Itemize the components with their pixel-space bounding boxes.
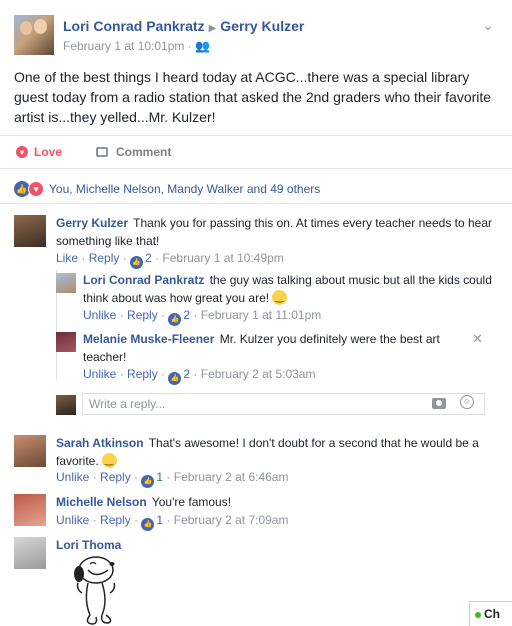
reply-link[interactable]: Reply: [100, 513, 131, 527]
like-count[interactable]: 1: [156, 470, 163, 484]
comment-text: You're famous!: [151, 495, 232, 509]
comment-time[interactable]: February 2 at 7:09am: [174, 513, 289, 527]
comment: Lori Thoma: [56, 536, 496, 554]
current-user-avatar: [56, 395, 76, 415]
commenter-avatar[interactable]: [56, 332, 76, 352]
commenter-avatar[interactable]: [56, 273, 76, 293]
comment-label: Comment: [116, 145, 172, 159]
unlike-link[interactable]: Unlike: [83, 308, 116, 322]
friends-icon[interactable]: 👥: [195, 39, 210, 53]
heart-icon: ♥: [16, 146, 28, 158]
post-header: Lori Conrad Pankratz ▶ Gerry Kulzer Februa…: [14, 15, 504, 59]
love-reaction-icon: ♥: [28, 181, 44, 197]
reply-box: ☺: [82, 393, 485, 415]
reactions-text[interactable]: You, Michelle Nelson, Mandy Walker and 4…: [49, 182, 320, 196]
author-avatar[interactable]: [14, 15, 54, 55]
comment: Sarah Atkinson That's awesome! I don't d…: [56, 434, 496, 470]
commenter-avatar[interactable]: [14, 215, 46, 247]
commenter-avatar[interactable]: [14, 494, 46, 526]
like-count-icon: 👍: [141, 474, 155, 488]
post-actions: ♥ Love Comment: [14, 145, 504, 163]
divider: [0, 168, 512, 169]
comment-author[interactable]: Michelle Nelson: [56, 495, 147, 509]
arrow-right-icon: ▶: [208, 23, 217, 34]
reply-link[interactable]: Reply: [127, 367, 158, 381]
like-count-icon: 👍: [168, 371, 182, 385]
comment: Lori Conrad Pankratz the guy was talking…: [83, 271, 493, 307]
post-names: Lori Conrad Pankratz ▶ Gerry Kulzer: [63, 18, 304, 34]
comment-meta: Unlike · Reply · 👍 2 · February 1 at 11:0…: [83, 308, 321, 326]
comment-time[interactable]: February 2 at 6:46am: [174, 470, 289, 484]
chat-label: Ch: [484, 607, 500, 621]
comment-author[interactable]: Melanie Muske-Fleener: [83, 332, 214, 346]
love-label: Love: [34, 145, 63, 159]
comment-author[interactable]: Lori Conrad Pankratz: [83, 273, 204, 287]
smiley-icon: [102, 452, 118, 470]
comment-time[interactable]: February 1 at 10:49pm: [162, 251, 283, 265]
comment-time[interactable]: February 1 at 11:01pm: [201, 308, 322, 322]
unlike-link[interactable]: Unlike: [56, 513, 89, 527]
reply-input[interactable]: [83, 394, 413, 414]
comment-meta: Unlike · Reply · 👍 1 · February 2 at 7:09…: [56, 513, 288, 531]
reply-link[interactable]: Reply: [127, 308, 158, 322]
comment: Michelle Nelson You're famous!: [56, 493, 496, 511]
reply-link[interactable]: Reply: [89, 251, 120, 265]
post-recipient-link[interactable]: Gerry Kulzer: [220, 18, 304, 34]
chat-tab[interactable]: Ch: [469, 601, 512, 626]
comment-time[interactable]: February 2 at 5:03am: [201, 367, 316, 381]
like-count[interactable]: 2: [145, 251, 152, 265]
like-count-icon: 👍: [141, 517, 155, 531]
comment: Gerry Kulzer Thank you for passing this …: [56, 214, 496, 250]
snoopy-sticker: [74, 556, 116, 625]
unlike-link[interactable]: Unlike: [56, 470, 89, 484]
post-author-link[interactable]: Lori Conrad Pankratz: [63, 18, 205, 34]
comment-button[interactable]: Comment: [96, 145, 171, 159]
commenter-avatar[interactable]: [14, 435, 46, 467]
comment-author[interactable]: Sarah Atkinson: [56, 436, 144, 450]
reply-link[interactable]: Reply: [100, 470, 131, 484]
divider: [0, 203, 512, 204]
like-count[interactable]: 2: [183, 367, 190, 381]
emoji-icon[interactable]: ☺: [460, 395, 474, 409]
post-meta: February 1 at 10:01pm · 👥: [63, 39, 211, 53]
like-count-icon: 👍: [130, 255, 144, 269]
post-timestamp[interactable]: February 1 at 10:01pm: [63, 39, 184, 53]
like-count[interactable]: 1: [156, 513, 163, 527]
commenter-avatar[interactable]: [14, 537, 46, 569]
comment-author[interactable]: Gerry Kulzer: [56, 216, 128, 230]
chevron-down-icon[interactable]: ⌄: [482, 17, 494, 34]
reactions-summary[interactable]: 👍 ♥ You, Michelle Nelson, Mandy Walker a…: [14, 181, 320, 197]
like-link[interactable]: Like: [56, 251, 78, 265]
smiley-icon: [272, 289, 288, 307]
comment-icon: [96, 147, 108, 157]
like-count-icon: 👍: [168, 312, 182, 326]
online-status-icon: [475, 612, 481, 618]
comment-meta: Unlike · Reply · 👍 1 · February 2 at 6:46…: [56, 470, 288, 488]
comment-meta: Unlike · Reply · 👍 2 · February 2 at 5:03…: [83, 367, 315, 385]
post-text: One of the best things I heard today at …: [14, 69, 492, 125]
divider: [0, 135, 512, 136]
comment-meta: Like · Reply · 👍 2 · February 1 at 10:49p…: [56, 251, 284, 269]
like-count[interactable]: 2: [183, 308, 190, 322]
camera-icon[interactable]: [432, 398, 446, 409]
love-button[interactable]: ♥ Love: [16, 145, 62, 159]
unlike-link[interactable]: Unlike: [83, 367, 116, 381]
close-icon[interactable]: ✕: [472, 331, 483, 347]
comment-author[interactable]: Lori Thoma: [56, 538, 121, 552]
comment: Melanie Muske-Fleener Mr. Kulzer you def…: [83, 330, 453, 366]
